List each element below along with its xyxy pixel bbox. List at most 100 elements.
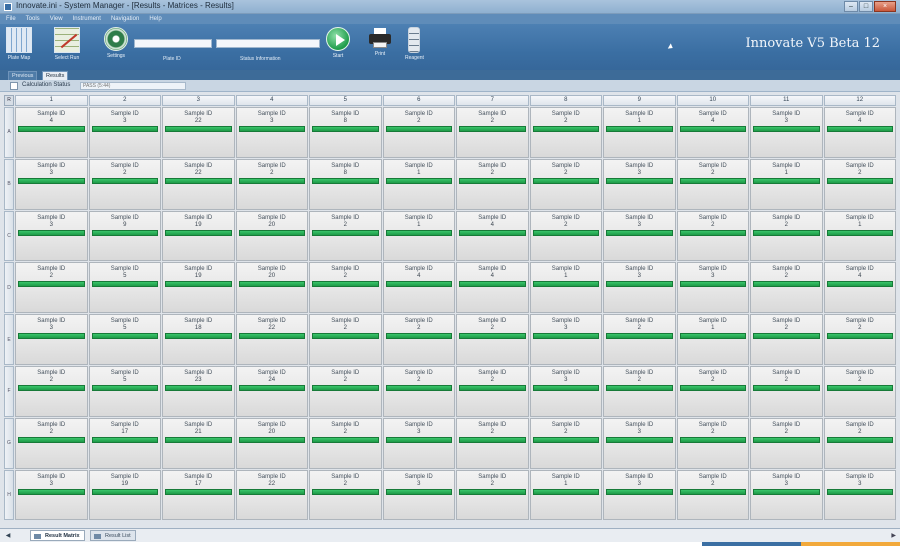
well-cell-H7[interactable]: Sample ID 2	[456, 469, 529, 521]
well-cell-D4[interactable]: Sample ID 20	[235, 262, 308, 314]
well-cell-D1[interactable]: Sample ID 2	[15, 262, 88, 314]
well-cell-A3[interactable]: Sample ID 22	[162, 107, 235, 158]
well-cell-B8[interactable]: Sample ID 2	[529, 158, 602, 210]
row-header-C[interactable]: C	[4, 210, 14, 262]
column-header-9[interactable]: 9	[603, 95, 676, 106]
well-cell-F5[interactable]: Sample ID 2	[309, 366, 382, 417]
tab-results[interactable]: Results	[42, 71, 69, 80]
well-cell-A6[interactable]: Sample ID 2	[382, 107, 455, 158]
row-header-F[interactable]: F	[4, 366, 14, 417]
well-cell-G4[interactable]: Sample ID 20	[235, 417, 308, 469]
well-cell-B11[interactable]: Sample ID 1	[750, 158, 823, 210]
settings-button[interactable]: Settings	[104, 27, 128, 59]
menu-tools[interactable]: Tools	[26, 14, 40, 24]
column-header-1[interactable]: 1	[15, 95, 88, 106]
well-cell-E3[interactable]: Sample ID 18	[162, 314, 235, 365]
well-cell-F4[interactable]: Sample ID 24	[235, 366, 308, 417]
sheet-prev-icon[interactable]: ◀	[4, 532, 12, 540]
well-cell-E6[interactable]: Sample ID 2	[382, 314, 455, 365]
column-header-8[interactable]: 8	[529, 95, 602, 106]
column-header-5[interactable]: 5	[309, 95, 382, 106]
row-header-B[interactable]: B	[4, 158, 14, 210]
select-run-button[interactable]: Select Run	[54, 27, 80, 61]
well-cell-A5[interactable]: Sample ID 8	[309, 107, 382, 158]
column-header-2[interactable]: 2	[88, 95, 161, 106]
well-cell-G7[interactable]: Sample ID 2	[456, 417, 529, 469]
well-cell-A4[interactable]: Sample ID 3	[235, 107, 308, 158]
well-cell-E5[interactable]: Sample ID 2	[309, 314, 382, 365]
well-cell-D5[interactable]: Sample ID 2	[309, 262, 382, 314]
well-cell-H1[interactable]: Sample ID 3	[15, 469, 88, 521]
scroll-right-icon[interactable]: ▶	[891, 532, 896, 539]
well-cell-D10[interactable]: Sample ID 3	[676, 262, 749, 314]
well-cell-E9[interactable]: Sample ID 2	[603, 314, 676, 365]
menu-navigation[interactable]: Navigation	[111, 14, 139, 24]
well-cell-B5[interactable]: Sample ID 8	[309, 158, 382, 210]
well-cell-F8[interactable]: Sample ID 3	[529, 366, 602, 417]
row-header-D[interactable]: D	[4, 262, 14, 314]
plate-id-input[interactable]	[134, 39, 212, 48]
well-cell-A9[interactable]: Sample ID 1	[603, 107, 676, 158]
well-cell-A10[interactable]: Sample ID 4	[676, 107, 749, 158]
menu-file[interactable]: File	[6, 14, 16, 24]
well-cell-C3[interactable]: Sample ID 19	[162, 210, 235, 262]
row-header-E[interactable]: E	[4, 314, 14, 365]
well-cell-A2[interactable]: Sample ID 3	[88, 107, 161, 158]
column-header-10[interactable]: 10	[676, 95, 749, 106]
well-cell-H4[interactable]: Sample ID 22	[235, 469, 308, 521]
well-cell-B4[interactable]: Sample ID 2	[235, 158, 308, 210]
maximize-button[interactable]: □	[859, 1, 873, 12]
well-cell-C1[interactable]: Sample ID 3	[15, 210, 88, 262]
calculation-status-field[interactable]	[80, 82, 186, 90]
well-cell-G11[interactable]: Sample ID 2	[750, 417, 823, 469]
status-information-field[interactable]	[216, 39, 320, 48]
well-cell-B10[interactable]: Sample ID 2	[676, 158, 749, 210]
well-cell-D11[interactable]: Sample ID 2	[750, 262, 823, 314]
column-header-7[interactable]: 7	[456, 95, 529, 106]
well-cell-F12[interactable]: Sample ID 2	[823, 366, 896, 417]
well-cell-F11[interactable]: Sample ID 2	[750, 366, 823, 417]
well-cell-A7[interactable]: Sample ID 2	[456, 107, 529, 158]
well-cell-H5[interactable]: Sample ID 2	[309, 469, 382, 521]
well-cell-D9[interactable]: Sample ID 3	[603, 262, 676, 314]
tab-previous[interactable]: Previous	[8, 71, 38, 80]
well-cell-D2[interactable]: Sample ID 5	[88, 262, 161, 314]
sheet-tab-result-matrix[interactable]: Result Matrix	[30, 530, 85, 541]
well-cell-B1[interactable]: Sample ID 3	[15, 158, 88, 210]
well-cell-E11[interactable]: Sample ID 2	[750, 314, 823, 365]
start-button[interactable]: Start	[326, 27, 350, 59]
well-cell-G2[interactable]: Sample ID 17	[88, 417, 161, 469]
well-cell-H6[interactable]: Sample ID 3	[382, 469, 455, 521]
well-cell-H2[interactable]: Sample ID 19	[88, 469, 161, 521]
sheet-tab-result-list[interactable]: Result List	[90, 530, 136, 541]
well-cell-F10[interactable]: Sample ID 2	[676, 366, 749, 417]
well-cell-C6[interactable]: Sample ID 1	[382, 210, 455, 262]
well-cell-C8[interactable]: Sample ID 2	[529, 210, 602, 262]
well-cell-F6[interactable]: Sample ID 2	[382, 366, 455, 417]
column-header-12[interactable]: 12	[823, 95, 896, 106]
well-cell-D8[interactable]: Sample ID 1	[529, 262, 602, 314]
row-header-A[interactable]: A	[4, 107, 14, 158]
close-button[interactable]: ×	[874, 1, 896, 12]
well-cell-D7[interactable]: Sample ID 4	[456, 262, 529, 314]
reagent-button[interactable]: Reagent	[405, 27, 424, 61]
well-cell-D12[interactable]: Sample ID 4	[823, 262, 896, 314]
column-header-11[interactable]: 11	[750, 95, 823, 106]
well-cell-H10[interactable]: Sample ID 2	[676, 469, 749, 521]
well-cell-E4[interactable]: Sample ID 22	[235, 314, 308, 365]
well-cell-H3[interactable]: Sample ID 17	[162, 469, 235, 521]
well-cell-H9[interactable]: Sample ID 3	[603, 469, 676, 521]
well-cell-B9[interactable]: Sample ID 3	[603, 158, 676, 210]
well-cell-E1[interactable]: Sample ID 3	[15, 314, 88, 365]
well-cell-H11[interactable]: Sample ID 3	[750, 469, 823, 521]
well-cell-F3[interactable]: Sample ID 23	[162, 366, 235, 417]
well-cell-C12[interactable]: Sample ID 1	[823, 210, 896, 262]
well-cell-H8[interactable]: Sample ID 1	[529, 469, 602, 521]
well-cell-C10[interactable]: Sample ID 2	[676, 210, 749, 262]
column-header-4[interactable]: 4	[235, 95, 308, 106]
well-cell-F7[interactable]: Sample ID 2	[456, 366, 529, 417]
well-cell-D3[interactable]: Sample ID 19	[162, 262, 235, 314]
well-cell-C5[interactable]: Sample ID 2	[309, 210, 382, 262]
well-cell-B12[interactable]: Sample ID 2	[823, 158, 896, 210]
well-cell-A11[interactable]: Sample ID 3	[750, 107, 823, 158]
